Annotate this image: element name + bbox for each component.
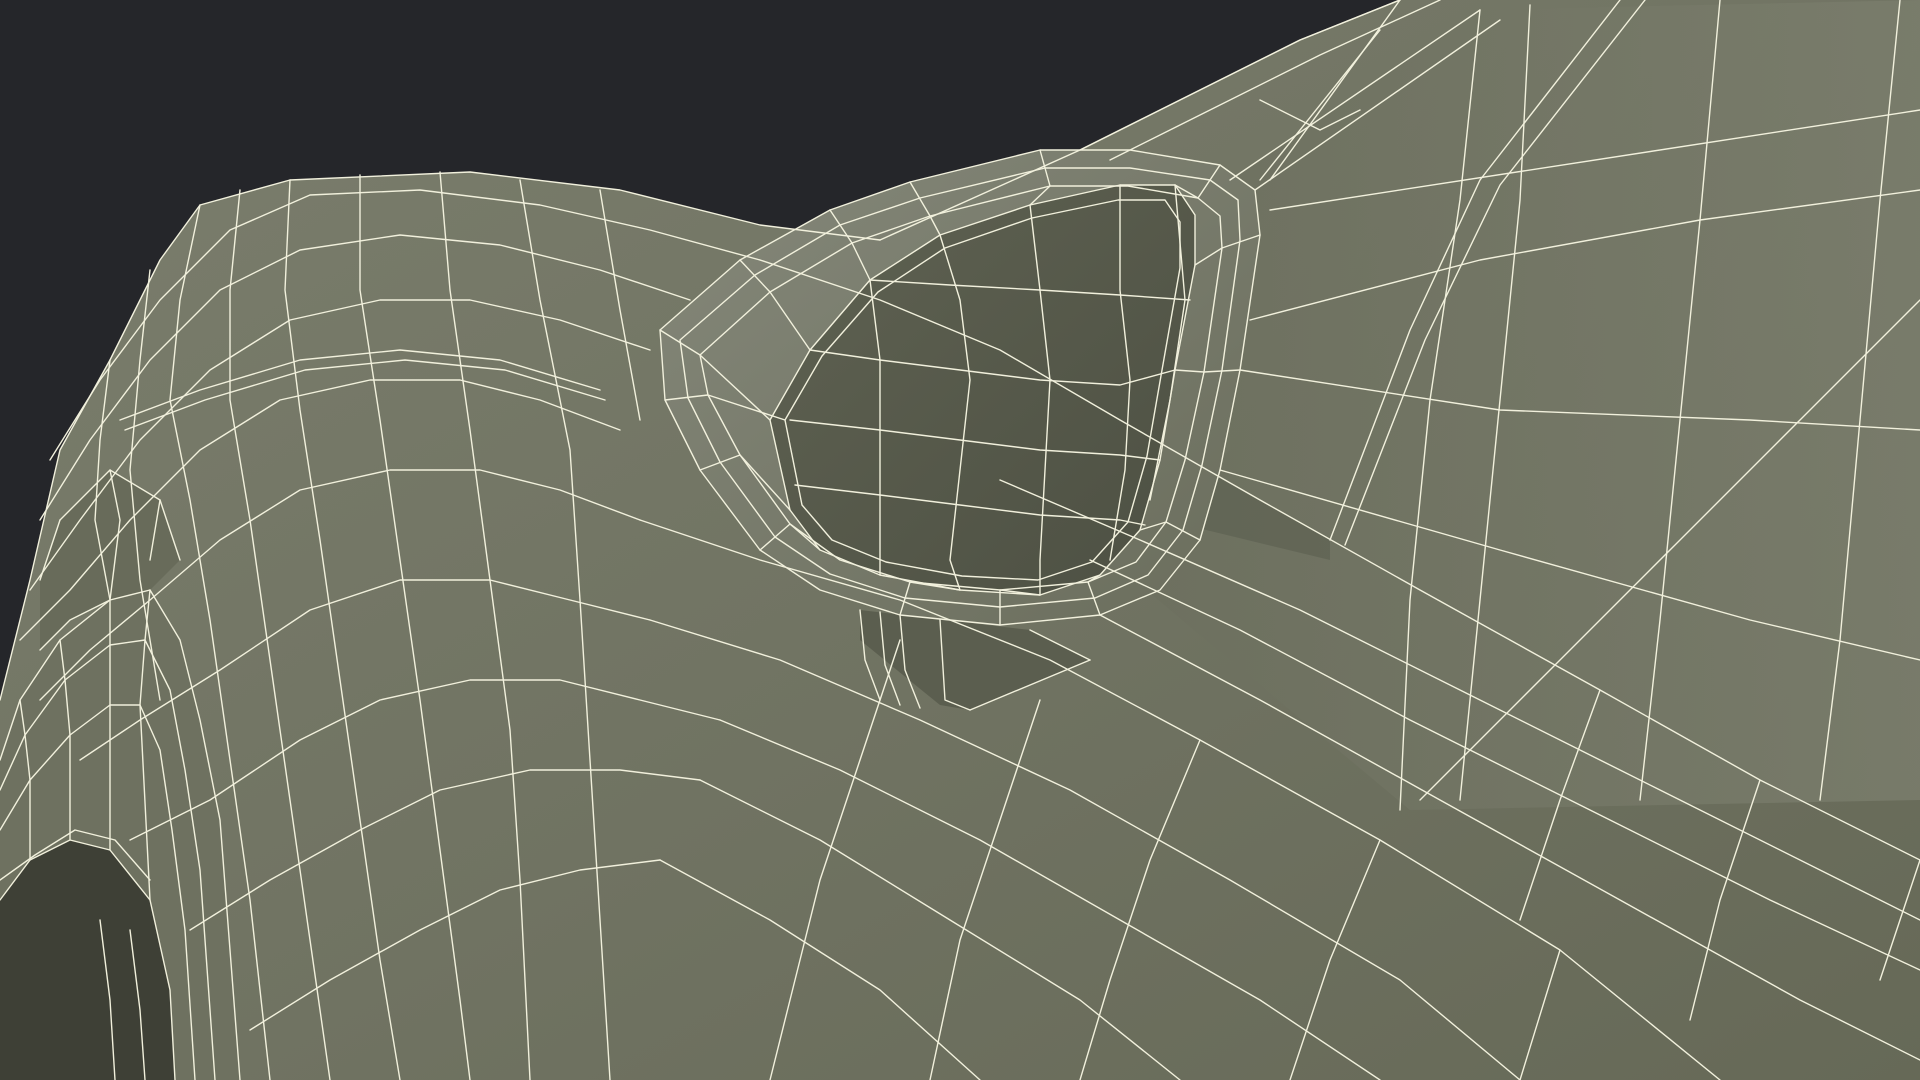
3d-viewport[interactable]: [0, 0, 1920, 1080]
